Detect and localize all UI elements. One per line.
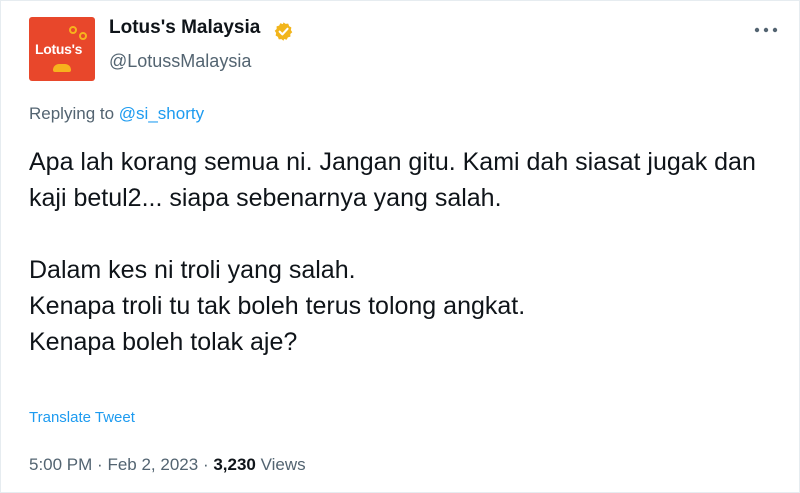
author-handle[interactable]: @LotussMalaysia	[109, 51, 251, 72]
author-display-name[interactable]: Lotus's Malaysia	[109, 17, 260, 39]
tweet-line: Kenapa boleh tolak aje?	[29, 328, 298, 356]
replying-to: Replying to @si_shorty	[29, 104, 204, 124]
tweet-paragraph: Apa lah korang semua ni. Jangan gitu. Ka…	[29, 148, 756, 212]
views-label: Views	[260, 455, 306, 474]
tweet-date[interactable]: Feb 2, 2023	[107, 455, 198, 474]
meta-separator: ·	[97, 455, 103, 474]
logo-flower-icon	[69, 26, 77, 34]
tweet-line: Kenapa troli tu tak boleh terus tolong a…	[29, 292, 526, 320]
translate-tweet-link[interactable]: Translate Tweet	[29, 409, 135, 426]
replying-to-label: Replying to	[29, 104, 115, 123]
lotus-icon	[53, 64, 71, 72]
tweet-line: Dalam kes ni troli yang salah.	[29, 256, 356, 284]
tweet-card: Lotus's Lotus's Malaysia @LotussMalaysia…	[0, 0, 800, 493]
views-count: 3,230	[213, 455, 256, 474]
tweet-time[interactable]: 5:00 PM	[29, 455, 92, 474]
avatar-logo-text: Lotus's	[35, 41, 83, 57]
tweet-text: Apa lah korang semua ni. Jangan gitu. Ka…	[29, 144, 779, 360]
tweet-meta: 5:00 PM · Feb 2, 2023 · 3,230 Views	[29, 455, 306, 475]
meta-separator: ·	[202, 455, 209, 474]
more-options-icon[interactable]	[753, 25, 779, 35]
mention-link[interactable]: @si_shorty	[119, 104, 204, 123]
logo-flower-icon	[79, 32, 87, 40]
avatar[interactable]: Lotus's	[29, 17, 95, 81]
verified-badge-icon	[274, 22, 293, 41]
